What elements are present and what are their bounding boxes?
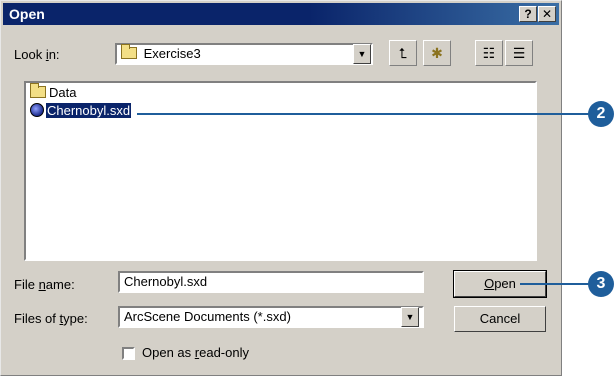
files-of-type-label: Files of type: [14, 311, 88, 326]
look-in-value: Exercise3 [143, 46, 201, 61]
open-read-only-label[interactable]: Open as read-only [142, 345, 249, 360]
details-view-icon: ☰ [512, 45, 526, 61]
list-item-chernobyl-sxd[interactable]: Chernobyl.sxd [30, 102, 132, 120]
title-bar[interactable]: Open ? ✕ [3, 3, 559, 25]
callout-step-3: 3 [588, 271, 614, 297]
list-view-button[interactable]: ☷ [475, 40, 503, 66]
create-new-folder-button[interactable]: ✱ [423, 40, 451, 66]
list-item-label: Data [49, 85, 77, 100]
open-read-only-checkbox[interactable] [122, 347, 135, 360]
open-folder-icon [121, 44, 137, 59]
close-button[interactable]: ✕ [538, 6, 556, 22]
list-item-data-folder[interactable]: Data [30, 83, 77, 102]
sxd-document-icon [30, 103, 44, 117]
list-view-icon: ☷ [482, 45, 496, 61]
callout-step-2: 2 [588, 101, 614, 127]
details-view-button[interactable]: ☰ [505, 40, 533, 66]
new-folder-icon: ✱ [431, 45, 443, 61]
open-dialog: Open ? ✕ Look in: Exercise3 ▼ ⮤ ✱ ☷ ☰ Da… [0, 0, 562, 376]
look-in-dropdown-button[interactable]: ▼ [353, 44, 371, 64]
callout-line-3 [520, 283, 594, 285]
files-of-type-dropdown-button[interactable]: ▼ [401, 307, 419, 327]
dialog-title: Open [9, 6, 45, 22]
file-name-input[interactable]: Chernobyl.sxd [118, 271, 424, 293]
up-one-level-button[interactable]: ⮤ [389, 40, 417, 66]
up-folder-icon: ⮤ [398, 45, 408, 61]
callout-line-2 [137, 113, 593, 115]
cancel-button[interactable]: Cancel [454, 306, 546, 332]
folder-icon [30, 83, 46, 98]
files-of-type-combobox[interactable]: ArcScene Documents (*.sxd) [118, 306, 424, 328]
list-item-label: Chernobyl.sxd [46, 103, 132, 118]
help-button[interactable]: ? [519, 6, 537, 22]
files-of-type-value: ArcScene Documents (*.sxd) [124, 309, 291, 324]
file-name-label: File name: [14, 277, 75, 292]
file-name-value: Chernobyl.sxd [124, 274, 208, 289]
look-in-label: Look in: [14, 47, 60, 62]
look-in-combobox[interactable]: Exercise3 [115, 43, 373, 65]
file-list[interactable]: Data Chernobyl.sxd [24, 81, 537, 261]
